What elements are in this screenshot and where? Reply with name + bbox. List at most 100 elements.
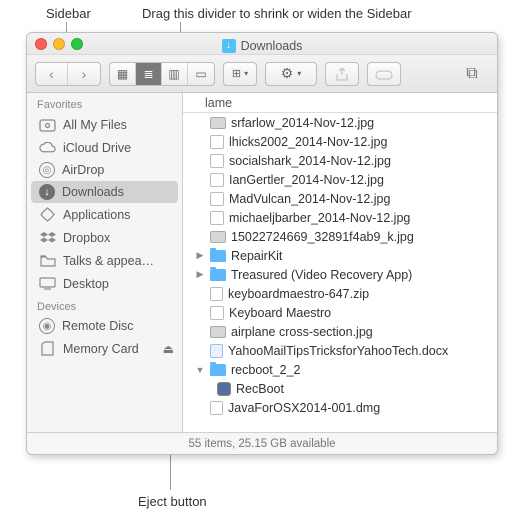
disclosure-triangle[interactable]: ▼: [195, 365, 205, 375]
tags-button[interactable]: [367, 62, 401, 86]
list-item[interactable]: YahooMailTipsTricksforYahooTech.docx: [183, 341, 497, 360]
finder-window: ↓ Downloads ‹ › ▦ ≣ ▥ ▭ ⊞ ▾ ⚙ ▾: [26, 32, 498, 455]
disclosure-triangle[interactable]: ▶: [195, 269, 205, 280]
sidebar-item-talks[interactable]: Talks & appea…: [27, 249, 182, 272]
dropbox-toolbar-button[interactable]: ⧉: [455, 62, 489, 86]
sidebar-item-memory-card[interactable]: Memory Card ⏏: [27, 337, 182, 360]
view-columns-button[interactable]: ▥: [162, 63, 188, 85]
jpg-icon: [210, 135, 224, 149]
cloud-icon: [39, 139, 56, 156]
sidebar-item-label: Dropbox: [63, 231, 110, 245]
arrange-icon: ⊞: [232, 67, 241, 80]
view-segment: ▦ ≣ ▥ ▭: [109, 62, 215, 86]
column-header-name[interactable]: lame: [183, 93, 497, 113]
status-bar: 55 items, 25.15 GB available: [27, 432, 497, 454]
sidebar-item-desktop[interactable]: Desktop: [27, 272, 182, 295]
list-item[interactable]: srfarlow_2014-Nov-12.jpg: [183, 113, 497, 132]
sd-card-icon: [39, 340, 56, 357]
list-item[interactable]: MadVulcan_2014-Nov-12.jpg: [183, 189, 497, 208]
list-item[interactable]: ▶ RepairKit: [183, 246, 497, 265]
folder-icon: [39, 252, 56, 269]
airdrop-icon: ◎: [39, 162, 55, 178]
folder-blue-icon: [210, 269, 226, 281]
dmg-icon: [210, 401, 223, 415]
sidebar-item-dropbox[interactable]: Dropbox: [27, 226, 182, 249]
file-name: MadVulcan_2014-Nov-12.jpg: [229, 192, 390, 206]
list-item[interactable]: socialshark_2014-Nov-12.jpg: [183, 151, 497, 170]
list-item[interactable]: IanGertler_2014-Nov-12.jpg: [183, 170, 497, 189]
pic-icon: [210, 326, 226, 338]
file-name: RecBoot: [236, 382, 284, 396]
tags-icon: [375, 68, 393, 80]
list-item[interactable]: lhicks2002_2014-Nov-12.jpg: [183, 132, 497, 151]
file-name: recboot_2_2: [231, 363, 301, 377]
chevron-down-icon: ▾: [297, 69, 301, 78]
sidebar-item-label: Applications: [63, 208, 130, 222]
list-item[interactable]: 15022724669_32891f4ab9_k.jpg: [183, 227, 497, 246]
list-item[interactable]: JavaForOSX2014-001.dmg: [183, 398, 497, 417]
km-icon: [210, 306, 224, 320]
docx-icon: [210, 344, 223, 358]
pic-icon: [210, 231, 226, 243]
file-name: socialshark_2014-Nov-12.jpg: [229, 154, 391, 168]
list-item[interactable]: ▼ recboot_2_2: [183, 360, 497, 379]
action-button[interactable]: ⚙ ▾: [265, 62, 317, 86]
annotation-eject: Eject button: [138, 494, 207, 509]
file-name: Treasured (Video Recovery App): [231, 268, 412, 282]
sidebar-section-favorites: Favorites: [27, 93, 182, 113]
share-button[interactable]: [325, 62, 359, 86]
list-item[interactable]: RecBoot: [183, 379, 497, 398]
sidebar-item-all-my-files[interactable]: All My Files: [27, 113, 182, 136]
app-icon: [217, 382, 231, 396]
downloads-folder-icon: ↓: [222, 39, 236, 53]
file-name: RepairKit: [231, 249, 282, 263]
folder-blue-icon: [210, 250, 226, 262]
folder-blue-icon: [210, 364, 226, 376]
file-name: lhicks2002_2014-Nov-12.jpg: [229, 135, 387, 149]
view-coverflow-button[interactable]: ▭: [188, 63, 214, 85]
sidebar-item-label: Downloads: [62, 185, 124, 199]
eject-button[interactable]: ⏏: [163, 342, 174, 356]
list-item[interactable]: airplane cross-section.jpg: [183, 322, 497, 341]
pic-icon: [210, 117, 226, 129]
disclosure-triangle[interactable]: ▶: [195, 250, 205, 261]
annotation-sidebar: Sidebar: [46, 6, 91, 21]
applications-icon: [39, 206, 56, 223]
back-button[interactable]: ‹: [36, 63, 68, 85]
close-button[interactable]: [35, 38, 47, 50]
dropbox-icon: ⧉: [466, 65, 477, 83]
sidebar-item-remote-disc[interactable]: ◉ Remote Disc: [27, 315, 182, 337]
traffic-lights: [35, 38, 83, 50]
sidebar-item-airdrop[interactable]: ◎ AirDrop: [27, 159, 182, 181]
file-name: Keyboard Maestro: [229, 306, 331, 320]
sidebar-item-icloud-drive[interactable]: iCloud Drive: [27, 136, 182, 159]
sidebar: Favorites All My Files iCloud Drive ◎ Ai…: [27, 93, 183, 432]
all-my-files-icon: [39, 116, 56, 133]
view-list-button[interactable]: ≣: [136, 63, 162, 85]
columns-icon: ▥: [168, 67, 180, 81]
list-item[interactable]: michaeljbarber_2014-Nov-12.jpg: [183, 208, 497, 227]
desktop-icon: [39, 275, 56, 292]
arrange-button[interactable]: ⊞ ▾: [223, 62, 257, 86]
sidebar-divider[interactable]: [183, 93, 187, 432]
file-name: JavaForOSX2014-001.dmg: [228, 401, 380, 415]
view-icon-button[interactable]: ▦: [110, 63, 136, 85]
jpg-icon: [210, 192, 224, 206]
leader-line: [66, 22, 67, 32]
list-item[interactable]: keyboardmaestro-647.zip: [183, 284, 497, 303]
dropbox-icon: [39, 229, 56, 246]
list-item[interactable]: ▶ Treasured (Video Recovery App): [183, 265, 497, 284]
sidebar-item-label: Desktop: [63, 277, 109, 291]
gear-icon: ⚙: [281, 65, 294, 82]
window-body: Favorites All My Files iCloud Drive ◎ Ai…: [27, 93, 497, 432]
file-name: keyboardmaestro-647.zip: [228, 287, 369, 301]
sidebar-item-applications[interactable]: Applications: [27, 203, 182, 226]
zoom-button[interactable]: [71, 38, 83, 50]
file-name: airplane cross-section.jpg: [231, 325, 373, 339]
file-name: YahooMailTipsTricksforYahooTech.docx: [228, 344, 448, 358]
list-item[interactable]: Keyboard Maestro: [183, 303, 497, 322]
nav-segment: ‹ ›: [35, 62, 101, 86]
forward-button[interactable]: ›: [68, 63, 100, 85]
sidebar-item-downloads[interactable]: ↓ Downloads: [31, 181, 178, 203]
minimize-button[interactable]: [53, 38, 65, 50]
